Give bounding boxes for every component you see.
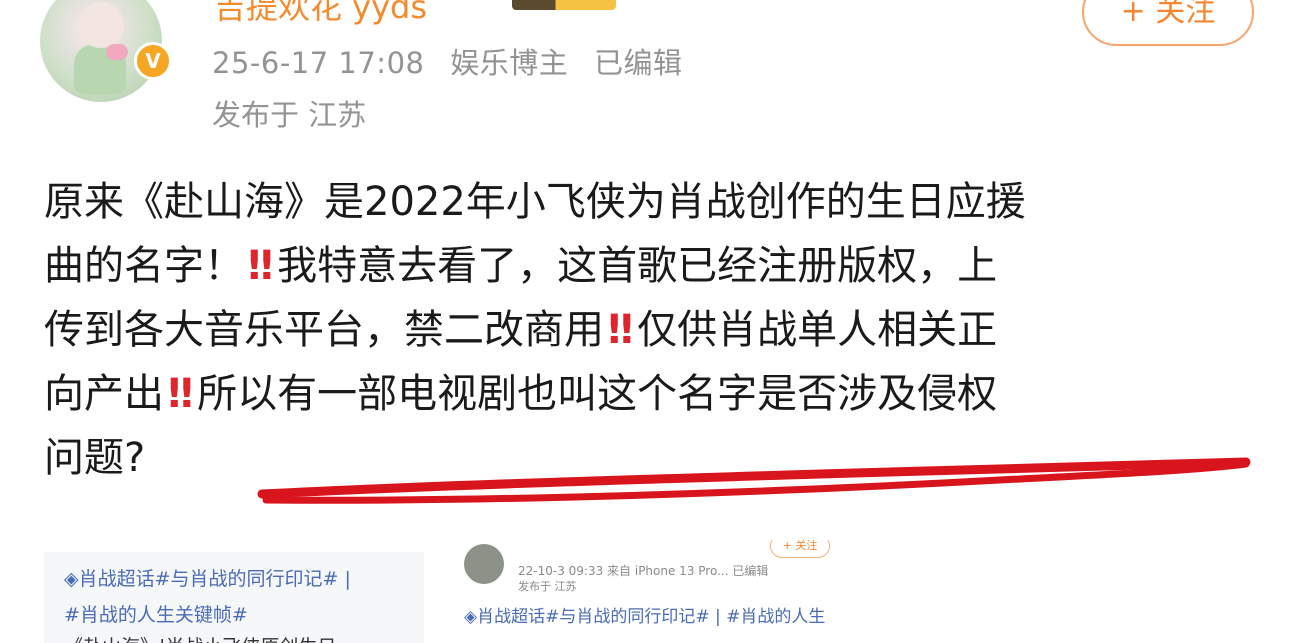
embedded-tags: ◈肖战超话#与肖战的同行印记# | #肖战的人生: [464, 607, 826, 627]
double-exclamation-icon: ‼: [608, 307, 633, 353]
post-meta: 25-6-17 17:08 娱乐博主 已编辑: [212, 40, 698, 82]
post-line-3: 传到各大音乐平台，禁二改商用 ‼ 仅供肖战单人相关正: [44, 307, 998, 353]
embedded-tag-line-2[interactable]: #肖战的人生关键帧#: [64, 600, 248, 627]
post-line-5: 问题?: [44, 435, 146, 481]
post-location: 发布于 江苏: [212, 98, 367, 132]
embedded-screenshot-right[interactable]: 22-10-3 09:33 来自 iPhone 13 Pro... 已编辑 发布…: [440, 540, 860, 643]
double-exclamation-icon: ‼: [168, 371, 193, 417]
post-line-1: 原来《赴山海》是2022年小飞侠为肖战创作的生日应援: [44, 179, 1026, 225]
embedded-avatar: [464, 544, 504, 584]
double-exclamation-icon: ‼: [248, 243, 273, 289]
post-line-2: 曲的名字！ ‼ 我特意去看了，这首歌已经注册版权，上: [44, 243, 998, 289]
follow-button[interactable]: + 关注: [1082, 0, 1254, 46]
username[interactable]: 吉提欢花 yyds: [214, 0, 427, 28]
avatar-figure-face: [78, 2, 124, 48]
weibo-post-page: V 吉提欢花 yyds 25-6-17 17:08 娱乐博主 已编辑 发布于 江…: [0, 0, 1300, 643]
embedded-follow-button: + 关注: [770, 540, 830, 558]
embedded-screenshot-left[interactable]: ◈肖战超话#与肖战的同行印记# | #肖战的人生关键帧# 《赴山海》|肖战小飞侠…: [44, 552, 424, 643]
user-role: 娱乐博主: [450, 46, 569, 80]
verified-badge-icon: V: [134, 42, 172, 80]
embedded-body-line: 《赴山海》|肖战小飞侠原创生日: [64, 632, 336, 643]
user-level-badge-icon: [512, 0, 616, 10]
user-avatar-container[interactable]: V: [40, 0, 174, 102]
post-line-4: 向产出 ‼ 所以有一部电视剧也叫这个名字是否涉及侵权: [44, 371, 998, 417]
embedded-location: 发布于 江苏: [518, 580, 577, 593]
post-body: 原来《赴山海》是2022年小飞侠为肖战创作的生日应援 曲的名字！ ‼ 我特意去看了，…: [44, 170, 1259, 490]
edited-label[interactable]: 已编辑: [594, 46, 683, 80]
embedded-meta: 22-10-3 09:33 来自 iPhone 13 Pro... 已编辑: [518, 564, 769, 578]
embedded-tag-line[interactable]: ◈肖战超话#与肖战的同行印记# |: [64, 564, 351, 591]
avatar-heart-icon: [106, 44, 128, 60]
post-timestamp: 25-6-17 17:08: [212, 46, 425, 80]
